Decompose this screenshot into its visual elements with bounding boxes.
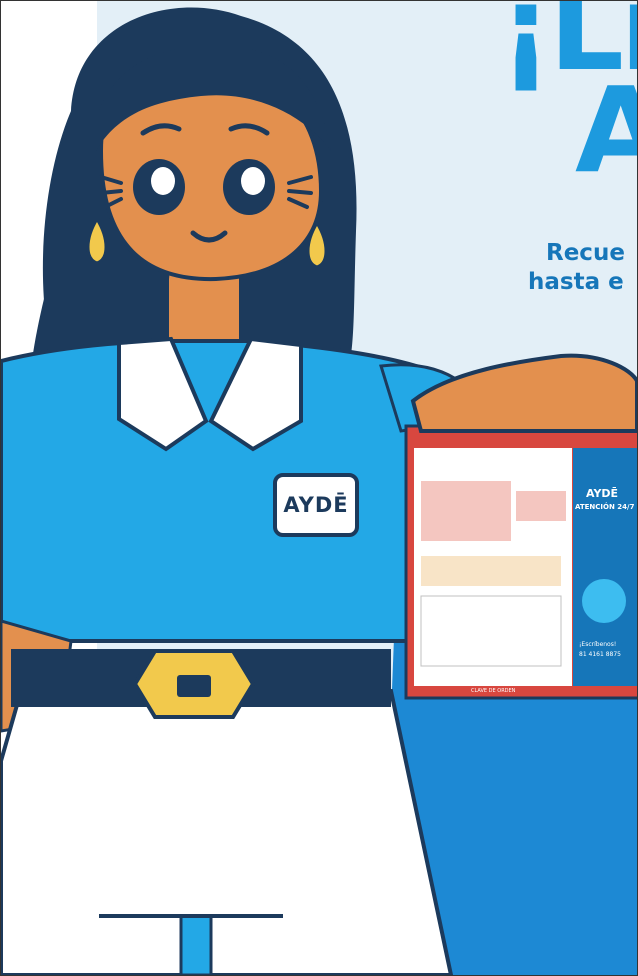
subtitle-line-2: hasta e xyxy=(528,269,624,295)
subtitle-line-1: Recue xyxy=(546,240,625,266)
card-footer: CLAVE DE ORDEN xyxy=(471,688,516,694)
badge-text: AYDĒ xyxy=(283,493,349,517)
card-brand: AYDĒ xyxy=(586,487,619,500)
card-contact: ¡Escríbenos! xyxy=(579,641,617,648)
shirt xyxy=(1,339,433,643)
name-badge: AYDĒ xyxy=(273,473,359,537)
skirt xyxy=(1,689,454,975)
card-service: ATENCIÓN 24/7 xyxy=(575,503,635,511)
headline-line-2: A xyxy=(575,71,637,189)
poster: ¡Lic A Recue hasta e AYDĒ AYDĒ ATENCIÓN … xyxy=(0,0,638,976)
card-phone: 81 4161 8875 xyxy=(579,651,621,658)
